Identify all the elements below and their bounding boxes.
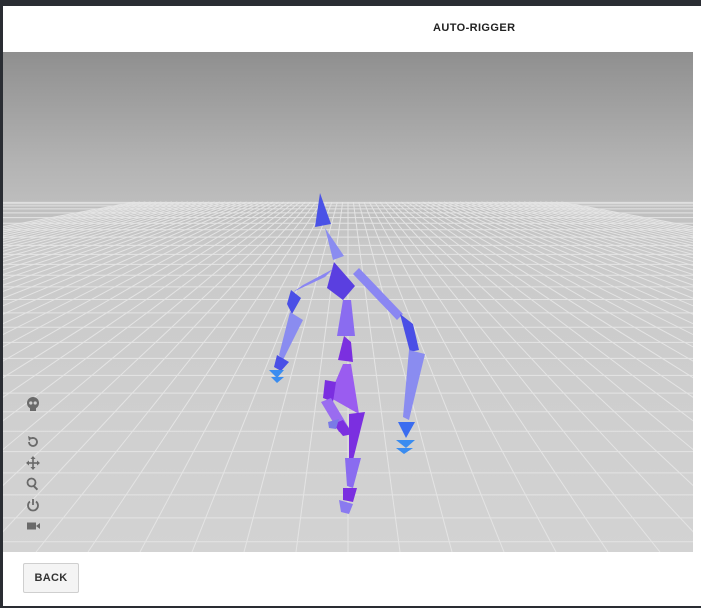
back-button[interactable]: BACK: [23, 563, 79, 593]
auto-rigger-window: AUTO-RIGGER BACK: [3, 6, 701, 606]
move-icon[interactable]: [25, 455, 41, 471]
rotate-icon[interactable]: [25, 434, 41, 450]
3d-viewport[interactable]: [3, 52, 693, 552]
page-title: AUTO-RIGGER: [433, 22, 516, 34]
skeleton-icon[interactable]: [25, 396, 41, 412]
header-bar: AUTO-RIGGER: [3, 6, 701, 52]
viewport-edge: [693, 52, 701, 552]
footer-bar: BACK: [3, 552, 701, 606]
zoom-icon[interactable]: [25, 476, 41, 492]
viewport-canvas[interactable]: [3, 52, 693, 552]
power-icon[interactable]: [25, 497, 41, 513]
camera-icon[interactable]: [25, 518, 41, 534]
